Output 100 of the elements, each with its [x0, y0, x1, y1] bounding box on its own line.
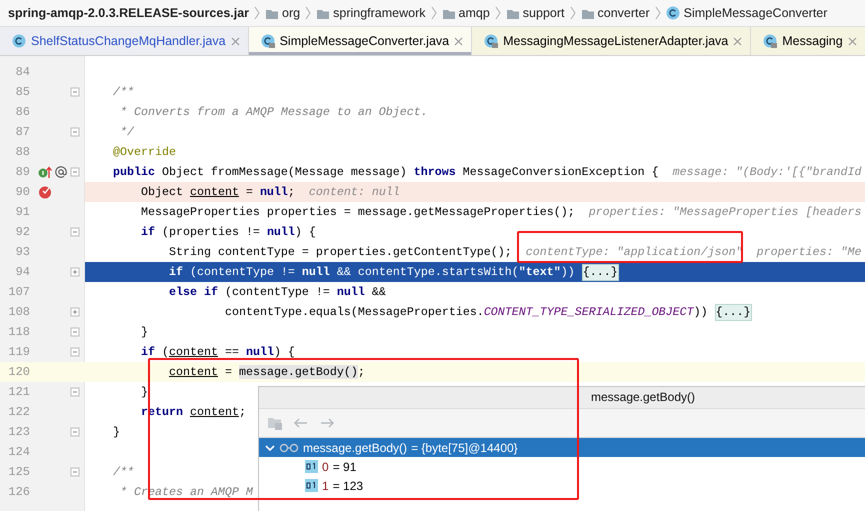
- code-text: )): [694, 305, 709, 319]
- variable-row[interactable]: 1 = 123: [259, 476, 368, 495]
- code-text: ) {: [294, 225, 316, 239]
- close-icon: [733, 36, 742, 46]
- folder-icon: [267, 415, 283, 431]
- breadcrumb-item[interactable]: converter: [598, 6, 650, 20]
- glasses-icon: [279, 442, 299, 452]
- line-number: 124: [7, 445, 30, 459]
- class-icon: [666, 6, 680, 20]
- code-text: (contentType !=: [224, 285, 331, 299]
- breadcrumb-item[interactable]: support: [522, 6, 564, 20]
- line-number: 94: [14, 265, 30, 279]
- breadcrumb-item[interactable]: springframework: [333, 6, 426, 20]
- code-variable: content: [169, 365, 218, 379]
- code-text: "text": [518, 265, 561, 279]
- code-text: else if: [169, 285, 219, 299]
- breadcrumb-item[interactable]: org: [282, 6, 300, 20]
- code-variable: content: [190, 185, 239, 199]
- chevron-icon: [654, 6, 661, 20]
- breadcrumb-item[interactable]: spring-amqp-2.0.3.RELEASE-sources.jar: [8, 6, 250, 20]
- code-comment: /**: [113, 465, 134, 479]
- code-text: Object: [141, 185, 184, 199]
- code-text: (: [162, 345, 169, 359]
- code-text: contentType.equals(MessageProperties.: [225, 305, 484, 319]
- variable-entry: message.getBody() = {byte[75]@14400}: [303, 440, 518, 454]
- editor-tab[interactable]: Messaging: [751, 27, 865, 55]
- popup-title: message.getBody(): [259, 387, 865, 409]
- code-text: &&: [372, 285, 386, 299]
- variable-entry: 1 = 123: [322, 478, 364, 492]
- chevron-icon: [494, 6, 501, 20]
- inline-value-hint: properties: "Me: [756, 245, 862, 259]
- line-number: 91: [14, 205, 30, 219]
- line-number: 119: [7, 345, 30, 359]
- close-icon: [848, 36, 857, 46]
- line-number: 126: [7, 485, 30, 499]
- line-number: 121: [7, 385, 30, 399]
- code-variable: content: [169, 345, 218, 359]
- line-number: 87: [14, 125, 30, 139]
- breadcrumb-item[interactable]: SimpleMessageConverter: [684, 6, 828, 20]
- code-text: null: [246, 345, 274, 359]
- code-text: }: [141, 385, 148, 399]
- code-text: =: [224, 365, 233, 379]
- chevron-icon: [570, 6, 576, 20]
- inline-value-hint: message: "(Body:'[{"brandId: [672, 165, 862, 179]
- close-icon: [454, 36, 464, 46]
- code-text: (properties !=: [162, 225, 261, 239]
- primitive-value-icon: [305, 479, 318, 492]
- primitive-value-icon: [305, 460, 318, 473]
- line-number: 85: [14, 85, 30, 99]
- code-text: =: [244, 185, 254, 199]
- line-number: 92: [14, 225, 30, 239]
- line-number: 125: [7, 465, 30, 479]
- line-number: 107: [7, 285, 30, 299]
- code-text: null: [302, 265, 331, 279]
- code-text: ;: [288, 185, 295, 199]
- class-icon: [12, 34, 26, 48]
- variable-row[interactable]: 0 = 91: [259, 457, 360, 476]
- inline-value-hint: contentType: "application/json": [526, 245, 743, 259]
- code-text: null: [336, 285, 366, 299]
- breadcrumb-item[interactable]: amqp: [458, 6, 490, 20]
- variable-row[interactable]: message.getBody() = {byte[75]@14400}: [259, 438, 865, 457]
- code-text: (contentType !=: [190, 265, 296, 279]
- line-number: 123: [7, 425, 30, 439]
- folded-code[interactable]: {...}: [582, 264, 619, 280]
- editor-tab[interactable]: MessagingMessageListenerAdapter.java: [472, 27, 752, 55]
- code-text: if: [141, 345, 156, 359]
- editor-tab[interactable]: SimpleMessageConverter.java: [248, 27, 472, 55]
- code-text: null: [260, 185, 288, 199]
- class-icon: [260, 34, 275, 48]
- line-number: 93: [14, 245, 30, 259]
- code-comment: */: [118, 125, 134, 139]
- code-variable: content: [190, 405, 239, 419]
- line-number: 118: [7, 325, 30, 339]
- editor-tab[interactable]: ShelfStatusChangeMqHandler.java: [0, 27, 249, 55]
- code-text: String contentType = properties.getContentType();: [169, 245, 512, 259]
- class-icon: [763, 34, 778, 48]
- inline-value-hint: properties: "MessageProperties [headers: [588, 205, 862, 219]
- line-number: 88: [14, 145, 30, 159]
- line-number: 84: [14, 65, 30, 79]
- code-text: }: [113, 425, 120, 439]
- folded-code[interactable]: {...}: [714, 304, 752, 320]
- chevron-down-icon: [265, 442, 275, 452]
- class-icon: [484, 34, 498, 48]
- code-text: null: [266, 225, 295, 239]
- code-text: public: [113, 165, 156, 179]
- line-number: 86: [14, 105, 30, 119]
- code-text: && contentType.startsWith(: [336, 265, 519, 279]
- chevron-icon: [305, 6, 312, 20]
- code-text: CONTENT_TYPE_SERIALIZED_OBJECT: [484, 305, 694, 319]
- selected-expression: message.getBody(): [238, 365, 358, 379]
- code-text: if: [169, 265, 184, 279]
- code-comment: * Converts from a AMQP Message to an Object.: [118, 105, 428, 119]
- code-text: if: [141, 225, 156, 239]
- variable-entry: 0 = 91: [322, 460, 356, 474]
- line-number: 122: [7, 405, 30, 419]
- code-text: ;: [238, 405, 246, 419]
- code-comment: /**: [113, 85, 134, 99]
- code-annotation: @Override: [113, 145, 176, 159]
- code-text: MessageProperties properties = message.getMessageProperties();: [141, 205, 575, 219]
- code-text: ==: [224, 345, 240, 359]
